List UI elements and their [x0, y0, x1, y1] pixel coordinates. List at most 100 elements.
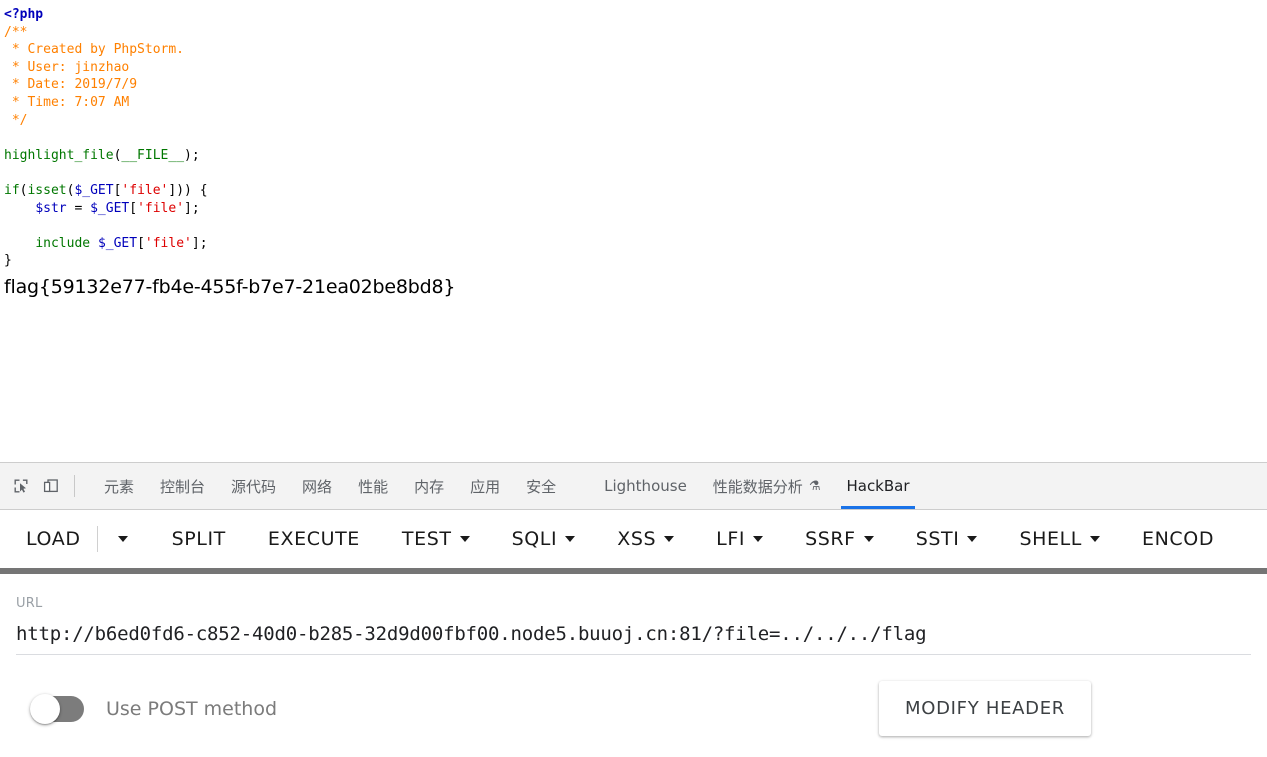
hackbar-ssrf-button[interactable]: SSRF: [803, 524, 876, 554]
tab-label: 应用: [470, 477, 501, 496]
code-token: isset: [27, 182, 67, 198]
code-token: 'file': [137, 200, 185, 216]
code-token: <?php: [4, 7, 44, 22]
tab-label: HackBar: [846, 477, 910, 495]
tab-性能[interactable]: 性能: [345, 463, 401, 509]
tab-label: 内存: [414, 477, 445, 496]
tab-lighthouse[interactable]: Lighthouse: [591, 463, 700, 509]
toggle-track[interactable]: [30, 693, 84, 724]
toolbar-divider: [74, 475, 75, 497]
hackbar-split-button[interactable]: SPLIT: [170, 524, 228, 554]
hackbar-ssti-button[interactable]: SSTI: [914, 524, 980, 554]
inspect-element-icon[interactable]: [6, 471, 36, 501]
chevron-down-icon: [863, 536, 874, 542]
hackbar-shell-button[interactable]: SHELL: [1017, 524, 1102, 554]
code-token: * Date: 2019/7/9: [4, 77, 138, 93]
code-token: );: [184, 147, 200, 163]
hackbar-sqli-button[interactable]: SQLI: [510, 524, 578, 554]
toolbar-vertical-divider: [96, 526, 98, 552]
chevron-down-icon: [459, 536, 470, 542]
code-token: __FILE__: [121, 147, 185, 163]
code-line: $str = $_GET['file'];: [4, 200, 1267, 218]
code-line: * Created by PhpStorm.: [4, 41, 1267, 59]
flag-output: flag{59132e77-fb4e-455f-b7e7-21ea02be8bd…: [4, 276, 456, 298]
devtools-panel: 元素 控制台 源代码 网络 性能 内存 应用 安全 Lighthouse 性能数据分析 ⚗ HackB…: [0, 462, 1267, 757]
hackbar-encod-button[interactable]: ENCOD: [1140, 524, 1216, 554]
hackbar-lfi-button[interactable]: LFI: [714, 524, 765, 554]
hackbar-bottom-row: Use POST method MODIFY HEADER: [16, 655, 1251, 736]
hackbar-load-dropdown-button[interactable]: [110, 525, 136, 553]
tab-label: 元素: [104, 477, 135, 496]
url-label: URL: [16, 596, 43, 611]
devtools-tab-list: 元素 控制台 源代码 网络 性能 内存 应用 安全 Lighthouse 性能数据分析 ⚗ HackB…: [91, 463, 923, 509]
button-label: SSRF: [805, 528, 856, 550]
button-label: SHELL: [1019, 528, 1082, 550]
hackbar-body: URL Use POST method MODIFY HEADER: [0, 574, 1267, 736]
code-token: $_GET: [74, 182, 114, 198]
hackbar-test-button[interactable]: TEST: [400, 524, 472, 554]
code-token: highlight_file: [4, 147, 114, 163]
device-toolbar-icon[interactable]: [36, 471, 66, 501]
code-token: ])) {: [168, 182, 208, 198]
code-line: * Date: 2019/7/9: [4, 76, 1267, 94]
url-input[interactable]: [16, 615, 1251, 655]
tab-内存[interactable]: 内存: [401, 463, 457, 509]
code-token: * Created by PhpStorm.: [4, 42, 185, 58]
tab-应用[interactable]: 应用: [457, 463, 513, 509]
devtools-tabbar: 元素 控制台 源代码 网络 性能 内存 应用 安全 Lighthouse 性能数据分析 ⚗ HackB…: [0, 463, 1267, 510]
code-line: * User: jinzhao: [4, 59, 1267, 77]
hackbar-toolbar: LOAD SPLIT EXECUTE TEST SQLI XSS LFI SSRF SSTI SH…: [0, 510, 1267, 568]
page-content: <?php /** * Created by PhpStorm. * User:…: [0, 0, 1267, 462]
button-label: XSS: [617, 528, 657, 550]
chevron-down-icon: [753, 536, 764, 542]
tab-label: 源代码: [231, 477, 277, 496]
tab-hackbar[interactable]: HackBar: [833, 463, 922, 509]
tab-性能数据分析[interactable]: 性能数据分析 ⚗: [700, 463, 834, 509]
tab-控制台[interactable]: 控制台: [147, 463, 218, 509]
code-token: ];: [191, 235, 208, 251]
code-token: 'file': [121, 182, 169, 198]
code-token: ];: [184, 200, 200, 216]
tab-源代码[interactable]: 源代码: [218, 463, 289, 509]
button-label: EXECUTE: [267, 528, 360, 550]
php-source-code: <?php /** * Created by PhpStorm. * User:…: [0, 0, 1267, 270]
code-line: /**: [4, 24, 1267, 42]
tab-网络[interactable]: 网络: [289, 463, 345, 509]
browser-window: <?php /** * Created by PhpStorm. * User:…: [0, 0, 1267, 757]
code-token: }: [4, 253, 12, 269]
code-line: <?php: [4, 6, 1267, 24]
use-post-method-label: Use POST method: [106, 697, 278, 720]
use-post-method-toggle[interactable]: Use POST method: [30, 693, 278, 724]
code-line: }: [4, 252, 1267, 270]
code-token: 'file': [144, 235, 192, 251]
tab-元素[interactable]: 元素: [91, 463, 147, 509]
tab-label: Lighthouse: [604, 477, 687, 495]
button-label: SQLI: [511, 528, 558, 550]
experiment-flask-icon: ⚗: [808, 478, 821, 494]
code-token: */: [4, 112, 28, 128]
hackbar-xss-button[interactable]: XSS: [615, 524, 676, 554]
tab-label: 性能: [358, 477, 389, 496]
tab-label: 网络: [302, 477, 333, 496]
hackbar-load-button[interactable]: LOAD: [24, 524, 83, 554]
code-token: /**: [4, 24, 28, 40]
code-token: =: [66, 200, 91, 216]
button-label: LFI: [716, 528, 746, 550]
tab-group-gap: [569, 463, 591, 509]
code-token: $str: [35, 200, 67, 216]
tab-安全[interactable]: 安全: [513, 463, 569, 509]
modify-header-button[interactable]: MODIFY HEADER: [879, 681, 1091, 736]
chevron-down-icon: [967, 536, 978, 542]
code-token: [: [129, 200, 138, 216]
hackbar-execute-button[interactable]: EXECUTE: [266, 524, 362, 554]
button-label: SSTI: [915, 528, 960, 550]
tab-label: 安全: [526, 477, 557, 496]
code-token: [: [137, 235, 145, 251]
chevron-down-icon: [1089, 536, 1100, 542]
code-token: * User: jinzhao: [4, 59, 130, 75]
code-token: $_GET: [90, 200, 130, 216]
